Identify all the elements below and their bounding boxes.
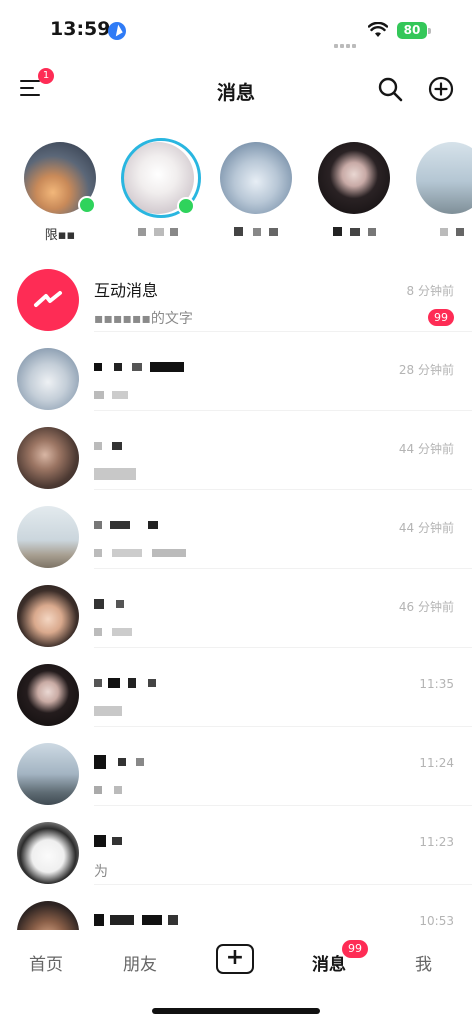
story-item[interactable] <box>117 138 201 240</box>
interaction-lightning-icon <box>34 291 62 307</box>
interaction-avatar <box>17 269 79 331</box>
friends-stories-row: 限▪▪ <box>0 138 472 248</box>
tab-friends[interactable]: 朋友 <box>123 950 157 975</box>
story-item[interactable]: 限▪▪ <box>19 138 101 243</box>
conversation-preview <box>94 387 128 403</box>
location-arrow-icon <box>108 22 126 40</box>
conversation-name <box>94 672 156 691</box>
battery-icon: 80 <box>397 22 427 39</box>
conversation-row[interactable]: 11:24 <box>0 726 472 806</box>
story-name <box>313 224 395 240</box>
story-name <box>215 224 297 240</box>
conversation-time: 28 分钟前 <box>398 363 454 377</box>
avatar <box>24 142 96 214</box>
avatar <box>17 427 79 489</box>
conversation-time: 44 分钟前 <box>398 521 454 535</box>
story-item[interactable] <box>215 138 297 240</box>
tab-messages[interactable]: 消息 <box>312 950 346 975</box>
online-indicator <box>78 196 96 214</box>
status-bar: 13:59 80 <box>0 0 472 60</box>
avatar <box>416 142 472 214</box>
conversation-row[interactable]: 10:53 <box>0 884 472 932</box>
avatar <box>17 901 79 932</box>
conversation-name <box>94 514 158 533</box>
conversation-row[interactable]: 46 分钟前 <box>0 568 472 648</box>
avatar <box>220 142 292 214</box>
conversation-preview: ▪▪▪▪▪▪的文字 <box>94 311 193 327</box>
conversation-name <box>94 751 144 770</box>
avatar <box>17 822 79 884</box>
conversation-time: 11:35 <box>419 677 454 691</box>
conversation-row[interactable]: 44 分钟前 <box>0 410 472 490</box>
story-name: 限▪▪ <box>44 228 76 243</box>
conversation-preview <box>94 782 122 798</box>
conversation-time: 11:23 <box>419 835 454 849</box>
messages-badge: 99 <box>342 940 368 958</box>
conversation-time: 11:24 <box>419 756 454 770</box>
conversation-time: 44 分钟前 <box>398 442 454 456</box>
avatar <box>17 348 79 410</box>
conversation-time: 10:53 <box>419 914 454 928</box>
avatar <box>318 142 390 214</box>
create-button[interactable]: + <box>216 944 254 974</box>
avatar <box>17 506 79 568</box>
online-indicator <box>177 197 195 215</box>
conversation-name: 互动消息 <box>94 281 159 300</box>
tab-home[interactable]: 首页 <box>29 950 63 975</box>
conversation-preview <box>94 624 132 640</box>
conversation-name <box>94 909 178 928</box>
wifi-icon <box>368 22 388 37</box>
conversation-row[interactable]: 为 11:23 <box>0 805 472 885</box>
conversation-time: 8 分钟前 <box>406 284 454 298</box>
tab-me[interactable]: 我 <box>415 950 432 975</box>
add-circle-icon[interactable] <box>428 76 454 102</box>
story-name <box>411 224 472 240</box>
conversation-name <box>94 435 122 454</box>
conversation-preview <box>94 466 136 482</box>
conversation-name <box>94 593 124 612</box>
search-icon[interactable] <box>377 76 403 102</box>
home-indicator[interactable] <box>152 1008 320 1014</box>
conversation-time: 46 分钟前 <box>398 600 454 614</box>
story-item[interactable] <box>411 138 472 240</box>
conversation-row[interactable]: 11:35 <box>0 647 472 727</box>
conversation-preview: 为 <box>94 864 108 880</box>
story-item[interactable] <box>313 138 395 240</box>
conversation-preview <box>94 703 122 719</box>
battery-tip <box>428 28 431 34</box>
cellular-signal-icon <box>334 33 358 52</box>
conversation-preview <box>94 545 186 561</box>
conversation-row-interactions[interactable]: 互动消息 ▪▪▪▪▪▪的文字 8 分钟前 99 <box>0 252 472 332</box>
unread-badge: 99 <box>428 309 454 326</box>
conversation-row[interactable]: 44 分钟前 <box>0 489 472 569</box>
avatar <box>17 743 79 805</box>
status-time: 13:59 <box>50 18 111 40</box>
avatar <box>17 664 79 726</box>
avatar <box>17 585 79 647</box>
conversation-name <box>94 356 184 375</box>
bottom-tab-bar: 首页 朋友 + 消息 99 我 <box>0 930 472 990</box>
conversation-name <box>94 830 122 849</box>
conversation-row[interactable]: 28 分钟前 <box>0 331 472 411</box>
story-name <box>117 224 199 240</box>
top-nav: 1 消息 <box>0 60 472 120</box>
